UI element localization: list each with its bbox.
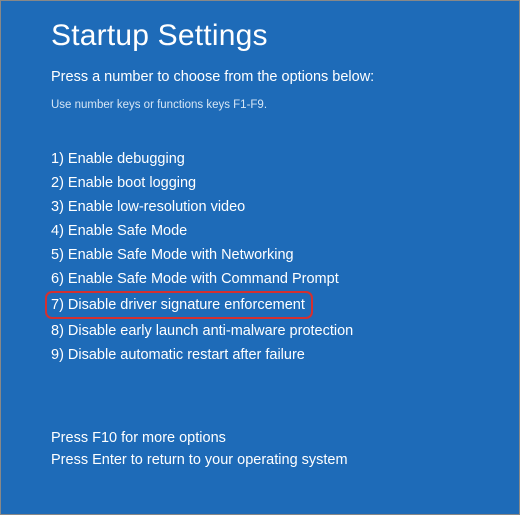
- startup-settings-screen: Startup Settings Press a number to choos…: [1, 1, 519, 471]
- option-label: Enable Safe Mode with Command Prompt: [68, 268, 339, 290]
- option-number: 9): [51, 344, 68, 366]
- more-options-text: Press F10 for more options: [51, 427, 469, 449]
- option-2[interactable]: 2) Enable boot logging: [51, 171, 469, 195]
- option-9[interactable]: 9) Disable automatic restart after failu…: [51, 343, 469, 367]
- option-6[interactable]: 6) Enable Safe Mode with Command Prompt: [51, 267, 469, 291]
- option-number: 3): [51, 196, 68, 218]
- option-8[interactable]: 8) Disable early launch anti-malware pro…: [51, 319, 469, 343]
- option-3[interactable]: 3) Enable low-resolution video: [51, 195, 469, 219]
- option-label: Enable debugging: [68, 148, 185, 170]
- option-label: Disable driver signature enforcement: [68, 294, 305, 316]
- option-number: 2): [51, 172, 68, 194]
- option-label: Disable early launch anti-malware protec…: [68, 320, 353, 342]
- option-label: Enable Safe Mode: [68, 220, 187, 242]
- option-5[interactable]: 5) Enable Safe Mode with Networking: [51, 243, 469, 267]
- option-number: 8): [51, 320, 68, 342]
- option-label: Disable automatic restart after failure: [68, 344, 305, 366]
- footer-instructions: Press F10 for more options Press Enter t…: [51, 427, 469, 471]
- return-text: Press Enter to return to your operating …: [51, 449, 469, 471]
- option-number: 4): [51, 220, 68, 242]
- option-1[interactable]: 1) Enable debugging: [51, 147, 469, 171]
- options-list: 1) Enable debugging 2) Enable boot loggi…: [51, 147, 469, 367]
- option-label: Enable Safe Mode with Networking: [68, 244, 294, 266]
- option-label: Enable low-resolution video: [68, 196, 245, 218]
- option-number: 7): [51, 294, 68, 316]
- instruction-text: Press a number to choose from the option…: [51, 69, 469, 85]
- option-4[interactable]: 4) Enable Safe Mode: [51, 219, 469, 243]
- page-title: Startup Settings: [51, 19, 469, 53]
- option-number: 6): [51, 268, 68, 290]
- option-number: 5): [51, 244, 68, 266]
- option-number: 1): [51, 148, 68, 170]
- option-label: Enable boot logging: [68, 172, 196, 194]
- option-7[interactable]: 7) Disable driver signature enforcement: [45, 291, 313, 319]
- key-hint-text: Use number keys or functions keys F1-F9.: [51, 99, 469, 111]
